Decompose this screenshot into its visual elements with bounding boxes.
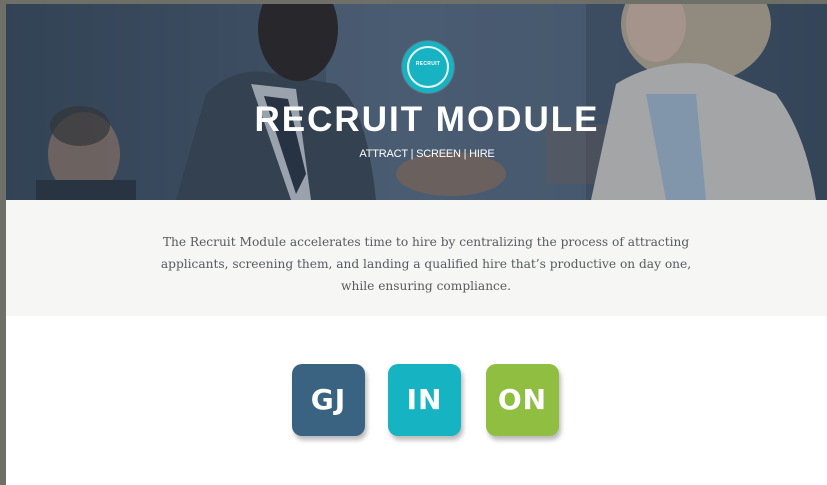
page-subtitle: ATTRACT | SCREEN | HIRE (359, 148, 495, 160)
hero-banner: RECRUIT RECRUIT MODULE ATTRACT | SCREEN … (6, 4, 827, 200)
module-tiles: GJ IN ON (292, 364, 572, 444)
on-tile-button[interactable]: ON (486, 364, 559, 436)
badge-label: RECRUIT (415, 61, 441, 67)
in-tile-button[interactable]: IN (388, 364, 461, 436)
page-title: RECRUIT MODULE (254, 100, 600, 139)
badge-ring (407, 46, 449, 88)
description-text: The Recruit Module accelerates time to h… (160, 235, 692, 293)
description-band: The Recruit Module accelerates time to h… (6, 200, 827, 316)
page-frame: RECRUIT RECRUIT MODULE ATTRACT | SCREEN … (6, 4, 827, 485)
recruit-badge-icon: RECRUIT (402, 41, 454, 93)
gj-tile-button[interactable]: GJ (292, 364, 365, 436)
